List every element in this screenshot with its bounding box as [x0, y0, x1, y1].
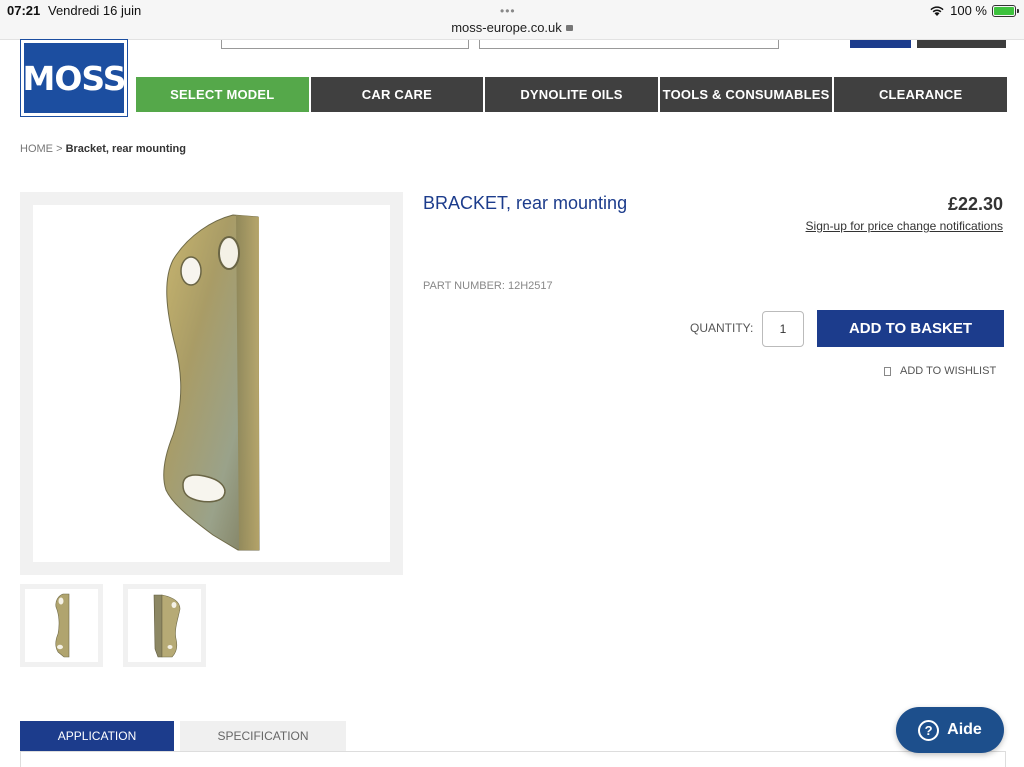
help-label: Aide: [947, 721, 982, 738]
breadcrumb-current: Bracket, rear mounting: [65, 143, 186, 155]
product-thumbnail-2[interactable]: [123, 584, 206, 667]
status-time: 07:21: [7, 3, 41, 18]
tab-menu-dots[interactable]: •••: [500, 4, 516, 18]
breadcrumb: HOME > Bracket, rear mounting: [20, 143, 186, 155]
header-button-account[interactable]: [850, 40, 911, 48]
wishlist-label: ADD TO WISHLIST: [900, 365, 997, 377]
nav-dynolite-oils[interactable]: DYNOLITE OILS: [485, 77, 658, 112]
nav-tools-consumables[interactable]: TOOLS & CONSUMABLES: [659, 77, 833, 112]
address-bar[interactable]: moss-europe.co.uk: [0, 20, 1024, 35]
moss-logo[interactable]: MOSS: [20, 39, 128, 117]
wifi-icon: [929, 5, 945, 17]
product-thumbnail-1[interactable]: [20, 584, 103, 667]
lock-icon: [565, 25, 573, 31]
nav-clearance[interactable]: CLEARANCE: [834, 77, 1007, 112]
add-to-wishlist-link[interactable]: ADD TO WISHLIST: [884, 365, 996, 377]
question-icon: ?: [918, 719, 940, 741]
status-indicators: 100 %: [929, 3, 1019, 18]
wishlist-icon: [884, 366, 891, 376]
breadcrumb-separator: >: [56, 143, 63, 155]
price-notify-link[interactable]: Sign-up for price change notifications: [806, 219, 1003, 233]
thumbnail-frame: [128, 589, 201, 662]
bracket-image: [163, 214, 260, 551]
status-date: Vendredi 16 juin: [48, 3, 142, 18]
part-number: PART NUMBER: 12H2517: [423, 280, 553, 292]
tab-application[interactable]: APPLICATION: [20, 721, 174, 751]
help-button[interactable]: ? Aide: [896, 707, 1004, 753]
breadcrumb-home[interactable]: HOME: [20, 143, 53, 155]
quantity-label: QUANTITY:: [690, 321, 754, 335]
nav-car-care[interactable]: CAR CARE: [310, 77, 484, 112]
nav-select-model[interactable]: SELECT MODEL: [136, 77, 309, 112]
browser-status-bar: 07:21 Vendredi 16 juin ••• moss-europe.c…: [0, 0, 1024, 40]
tab-specification[interactable]: SPECIFICATION: [180, 721, 346, 751]
bracket-thumb-image: [55, 593, 70, 658]
product-image-frame: [33, 205, 390, 562]
logo-text: MOSS: [22, 58, 127, 98]
search-field-partial[interactable]: [221, 40, 469, 49]
add-to-basket-button[interactable]: ADD TO BASKET: [817, 310, 1004, 347]
main-nav: SELECT MODEL CAR CARE DYNOLITE OILS TOOL…: [136, 77, 1007, 112]
battery-icon: [992, 4, 1019, 17]
thumbnail-frame: [25, 589, 98, 662]
product-title: BRACKET, rear mounting: [423, 193, 628, 213]
product-image-main[interactable]: [20, 192, 403, 575]
header-button-basket[interactable]: [917, 40, 1006, 48]
bracket-thumb-image: [153, 594, 181, 658]
battery-percent: 100 %: [950, 3, 987, 18]
url-text: moss-europe.co.uk: [451, 20, 562, 35]
tab-panel: [20, 751, 1006, 767]
quantity-input[interactable]: [762, 311, 804, 347]
search-field-partial-2[interactable]: [479, 40, 779, 49]
product-price: £22.30: [947, 194, 1003, 214]
